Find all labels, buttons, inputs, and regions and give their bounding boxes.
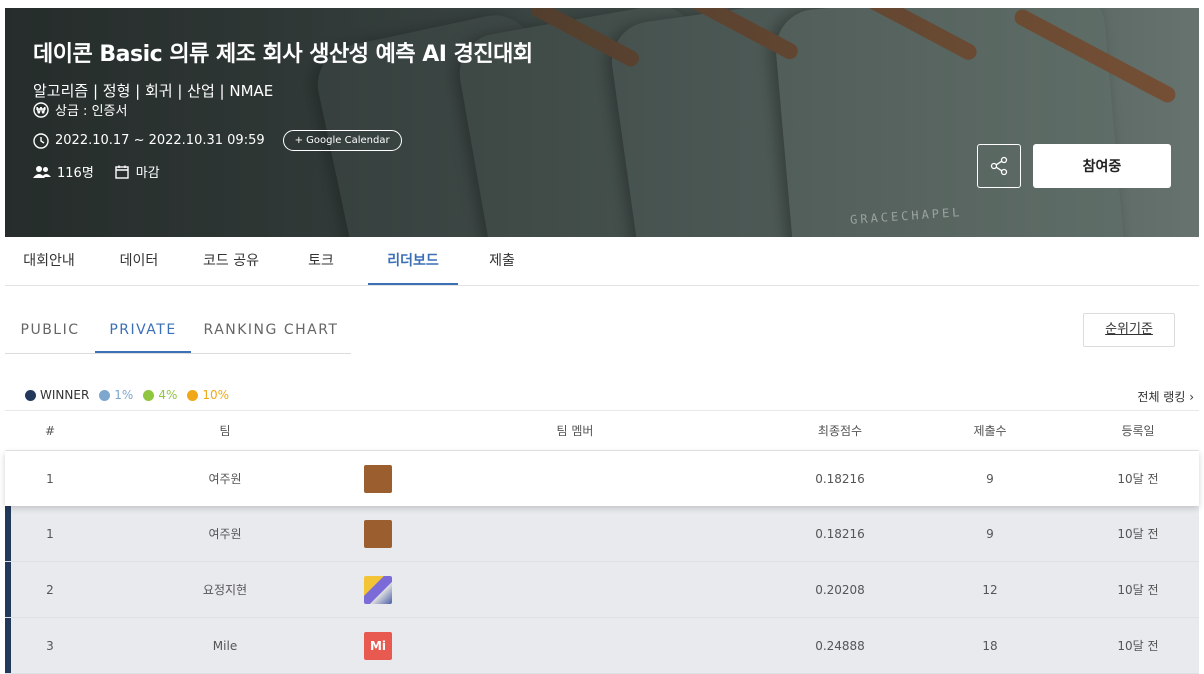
stats-row: 116명 마감 xyxy=(33,162,160,181)
team-name[interactable]: 여주원 xyxy=(165,506,285,561)
share-icon xyxy=(990,156,1008,176)
avatar[interactable] xyxy=(364,575,392,604)
team-name[interactable]: 여주원 xyxy=(165,451,285,506)
leaderboard-table: # 팀 팀 멤버 최종점수 제출수 등록일 1 여주원 0.18216 9 10… xyxy=(5,410,1199,674)
prize-text: 상금 : 인증서 xyxy=(55,104,128,119)
table-row[interactable]: 3 Mile Mi 0.24888 18 10달 전 xyxy=(5,618,1199,674)
tab-leaderboard[interactable]: 리더보드 xyxy=(368,237,458,285)
participants-count: 116명 xyxy=(57,166,94,181)
google-calendar-button[interactable]: + Google Calendar xyxy=(282,130,402,151)
final-score: 0.24888 xyxy=(815,638,865,653)
table-header: # 팀 팀 멤버 최종점수 제출수 등록일 xyxy=(5,410,1199,451)
final-score: 0.18216 xyxy=(815,471,865,486)
avatar[interactable] xyxy=(364,464,392,493)
header-rank: # xyxy=(44,423,56,438)
submission-count: 12 xyxy=(982,582,998,597)
legend-label: 1% xyxy=(114,388,134,402)
period-row: 2022.10.17 ~ 2022.10.31 09:59 + Google C… xyxy=(33,130,402,151)
legend-dot xyxy=(143,389,155,401)
share-button[interactable] xyxy=(977,144,1021,188)
rank: 1 xyxy=(46,526,54,541)
people-icon xyxy=(33,165,51,178)
submission-count: 9 xyxy=(986,471,994,486)
team-members xyxy=(364,451,424,506)
final-score: 0.18216 xyxy=(815,526,865,541)
legend-10pct: 10% xyxy=(187,388,229,402)
registered-date: 10달 전 xyxy=(1117,583,1159,597)
rank: 1 xyxy=(46,471,54,486)
team-members xyxy=(364,562,424,617)
won-icon: ₩ xyxy=(33,101,49,118)
avatar[interactable] xyxy=(364,519,392,548)
table-row[interactable]: 2 요정지현 0.20208 12 10달 전 xyxy=(5,562,1199,618)
tab-talk[interactable]: 토크 xyxy=(285,237,357,285)
legend-dot xyxy=(99,389,111,401)
legend-label: WINNER xyxy=(40,388,90,402)
competition-banner: GRACECHAPEL 데이콘 Basic 의류 제조 회사 생산성 예측 AI… xyxy=(5,8,1199,237)
registered-date: 10달 전 xyxy=(1117,527,1159,541)
legend-4pct: 4% xyxy=(143,388,177,402)
leaderboard-tabs: PUBLIC PRIVATE RANKING CHART xyxy=(5,308,351,354)
header-score: 최종점수 xyxy=(817,424,863,438)
tab-ranking-chart[interactable]: RANKING CHART xyxy=(200,308,342,353)
header-members: 팀 멤버 xyxy=(556,424,594,438)
header-team: 팀 xyxy=(219,424,231,438)
tab-overview[interactable]: 대회안내 xyxy=(5,237,93,285)
tab-submit[interactable]: 제출 xyxy=(467,237,537,285)
team-members xyxy=(364,506,424,561)
competition-tags: 알고리즘 | 정형 | 회귀 | 산업 | NMAE xyxy=(33,82,274,100)
join-button[interactable]: 참여중 xyxy=(1033,144,1171,188)
team-name[interactable]: Mile xyxy=(165,618,285,673)
avatar[interactable]: Mi xyxy=(364,631,392,660)
clock-icon xyxy=(33,132,49,149)
header-date: 등록일 xyxy=(1121,424,1155,438)
period-text: 2022.10.17 ~ 2022.10.31 09:59 xyxy=(55,133,265,148)
competition-title: 데이콘 Basic 의류 제조 회사 생산성 예측 AI 경진대회 xyxy=(33,42,533,67)
tab-data[interactable]: 데이터 xyxy=(99,237,179,285)
legend-dot xyxy=(25,389,36,401)
table-row[interactable]: 1 여주원 0.18216 9 10달 전 xyxy=(5,506,1199,562)
legend-winner: WINNER xyxy=(25,388,89,402)
tab-public[interactable]: PUBLIC xyxy=(5,308,95,353)
rank: 3 xyxy=(46,638,54,653)
registered-date: 10달 전 xyxy=(1117,472,1159,486)
tab-code-share[interactable]: 코드 공유 xyxy=(185,237,277,285)
tab-private[interactable]: PRIVATE xyxy=(95,308,191,353)
competition-tabs: 대회안내 데이터 코드 공유 토크 리더보드 제출 xyxy=(5,237,1199,286)
svg-text:₩: ₩ xyxy=(36,106,46,116)
legend-dot xyxy=(187,389,199,401)
final-score: 0.20208 xyxy=(815,582,865,597)
submission-count: 18 xyxy=(982,638,998,653)
full-ranking-link[interactable]: 전체 랭킹 › xyxy=(1137,388,1194,405)
submission-count: 9 xyxy=(986,526,994,541)
legend-label: 10% xyxy=(202,388,230,402)
rank: 2 xyxy=(46,582,54,597)
my-team-row[interactable]: 1 여주원 0.18216 9 10달 전 xyxy=(5,451,1199,506)
prize-row: ₩ 상금 : 인증서 xyxy=(33,100,127,119)
legend-label: 4% xyxy=(158,388,178,402)
rank-basis-button[interactable]: 순위기준 xyxy=(1083,313,1175,347)
calendar-icon xyxy=(115,165,129,179)
registered-date: 10달 전 xyxy=(1117,639,1159,653)
legend-1pct: 1% xyxy=(99,388,133,402)
tier-legend: WINNER 1% 4% 10% xyxy=(25,388,239,402)
header-submissions: 제출수 xyxy=(973,424,1007,438)
competition-status: 마감 xyxy=(135,166,160,181)
team-name[interactable]: 요정지현 xyxy=(165,562,285,617)
team-members: Mi xyxy=(364,618,424,673)
